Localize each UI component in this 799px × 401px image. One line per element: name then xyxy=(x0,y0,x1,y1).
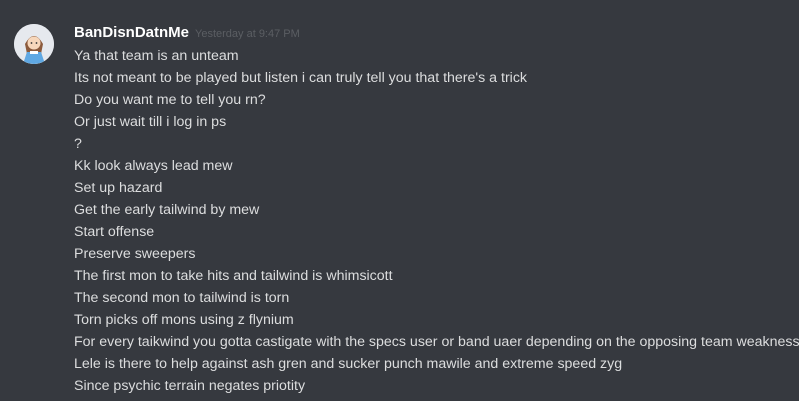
message-line: For every taikwind you gotta castigate w… xyxy=(74,334,799,350)
message-line: Do you want me to tell you rn? xyxy=(74,92,266,108)
message-line: ? xyxy=(74,136,82,152)
avatar-illustration xyxy=(14,24,54,64)
message-line: Its not meant to be played but listen i … xyxy=(74,70,528,86)
message-line: Ya that team is an unteam xyxy=(74,48,239,64)
message-header: BanDisnDatnMe Yesterday at 9:47 PM xyxy=(74,23,300,44)
message-line: Kk look always lead mew xyxy=(74,158,233,174)
message-line: Get the early tailwind by mew xyxy=(74,202,260,218)
message-line: Start offense xyxy=(74,224,155,240)
message-line: Lele is there to help against ash gren a… xyxy=(74,356,623,372)
message-line: Preserve sweepers xyxy=(74,246,196,262)
user-avatar-icon[interactable] xyxy=(14,24,54,64)
message-line: Since psychic terrain negates priotity xyxy=(74,378,306,394)
chat-message: BanDisnDatnMe Yesterday at 9:47 PM Ya th… xyxy=(0,0,799,401)
timestamp: Yesterday at 9:47 PM xyxy=(195,28,300,40)
message-line: The second mon to tailwind is torn xyxy=(74,290,290,306)
message-line: Set up hazard xyxy=(74,180,163,196)
message-line: The first mon to take hits and tailwind … xyxy=(74,268,393,284)
message-line: Torn picks off mons using z flynium xyxy=(74,312,294,328)
username[interactable]: BanDisnDatnMe xyxy=(74,23,189,43)
message-lines: Ya that team is an unteam Its not meant … xyxy=(74,45,799,397)
message-line: Or just wait till i log in ps xyxy=(74,114,227,130)
